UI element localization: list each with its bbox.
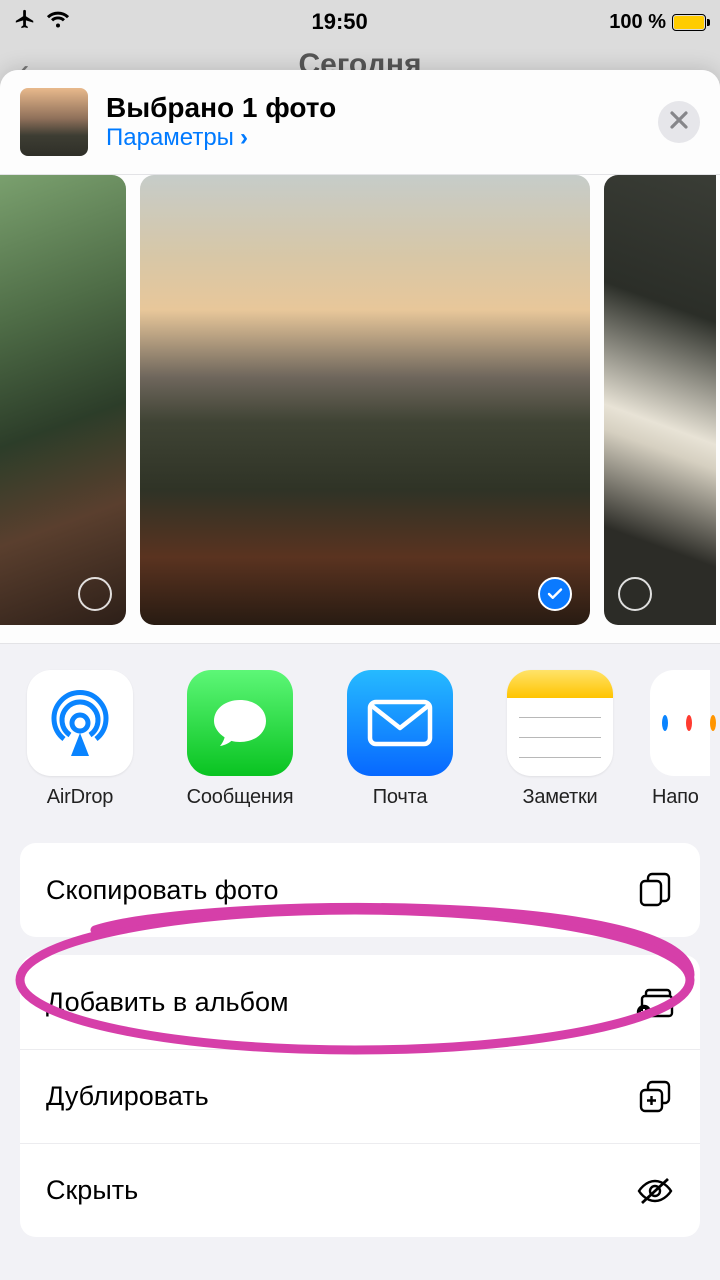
selection-badge-checked[interactable] xyxy=(538,577,572,611)
action-add-to-album[interactable]: Добавить в альбом xyxy=(20,955,700,1049)
album-add-icon xyxy=(636,983,674,1021)
action-hide[interactable]: Скрыть xyxy=(20,1143,700,1237)
selection-title: Выбрано 1 фото xyxy=(106,92,658,124)
wifi-icon xyxy=(46,9,70,35)
share-sheet-header: Выбрано 1 фото Параметры › xyxy=(0,70,720,175)
share-target-airdrop[interactable]: AirDrop xyxy=(0,670,160,809)
selected-photo-thumbnail[interactable] xyxy=(20,88,88,156)
share-target-messages[interactable]: Сообщения xyxy=(160,670,320,809)
photo-thumb[interactable] xyxy=(604,175,716,625)
action-label: Скопировать фото xyxy=(46,875,278,906)
action-duplicate[interactable]: Дублировать xyxy=(20,1049,700,1143)
options-link[interactable]: Параметры › xyxy=(106,124,658,152)
photo-thumb[interactable] xyxy=(0,175,126,625)
action-label: Добавить в альбом xyxy=(46,987,289,1018)
share-target-label: AirDrop xyxy=(47,786,113,809)
battery-icon xyxy=(672,14,706,31)
photo-thumb[interactable] xyxy=(140,175,590,625)
action-list: Скопировать фото Добавить в альбом Дубли… xyxy=(0,825,720,1237)
chevron-right-icon: › xyxy=(240,124,248,152)
photo-selection-strip[interactable] xyxy=(0,175,720,644)
selection-badge-unchecked[interactable] xyxy=(78,577,112,611)
share-target-notes[interactable]: Заметки xyxy=(480,670,640,809)
duplicate-icon xyxy=(636,1078,674,1116)
airplane-mode-icon xyxy=(14,8,36,36)
action-group: Добавить в альбом Дублировать Скрыть xyxy=(20,955,700,1237)
airdrop-icon xyxy=(27,670,133,776)
notes-icon xyxy=(507,670,613,776)
status-bar: 19:50 100 % xyxy=(0,0,720,44)
mail-icon xyxy=(347,670,453,776)
action-label: Дублировать xyxy=(46,1081,209,1112)
options-link-label: Параметры xyxy=(106,124,234,152)
messages-icon xyxy=(187,670,293,776)
share-target-label: Сообщения xyxy=(187,786,294,809)
share-target-label: Напо xyxy=(650,786,699,809)
share-targets-row[interactable]: AirDrop Сообщения Почта Заметки xyxy=(0,644,720,825)
action-group: Скопировать фото xyxy=(20,843,700,937)
copy-icon xyxy=(636,871,674,909)
share-sheet: Выбрано 1 фото Параметры › xyxy=(0,70,720,1280)
status-time: 19:50 xyxy=(312,9,368,35)
hide-icon xyxy=(636,1172,674,1210)
action-label: Скрыть xyxy=(46,1175,138,1206)
selection-badge-unchecked[interactable] xyxy=(618,577,652,611)
share-target-mail[interactable]: Почта xyxy=(320,670,480,809)
close-icon xyxy=(670,108,688,136)
battery-percent: 100 % xyxy=(609,11,666,34)
checkmark-icon xyxy=(546,585,564,603)
close-button[interactable] xyxy=(658,101,700,143)
share-target-label: Заметки xyxy=(522,786,597,809)
share-target-reminders[interactable]: Напо xyxy=(640,670,720,809)
action-copy-photo[interactable]: Скопировать фото xyxy=(20,843,700,937)
reminders-icon xyxy=(650,670,710,776)
share-target-label: Почта xyxy=(373,786,428,809)
